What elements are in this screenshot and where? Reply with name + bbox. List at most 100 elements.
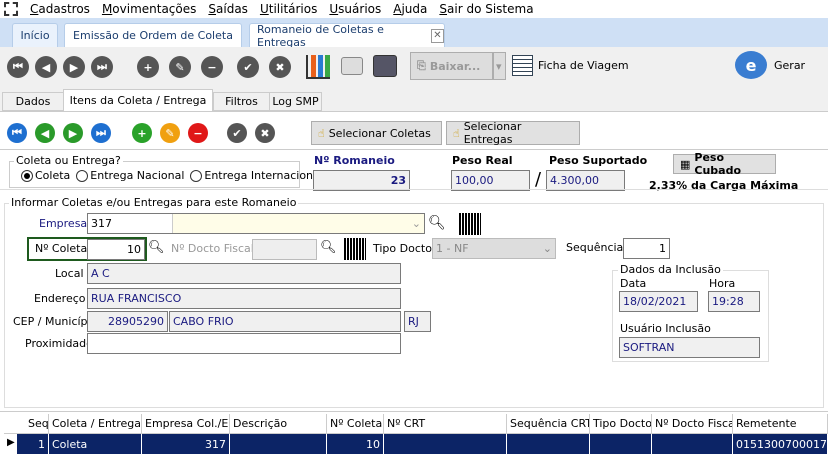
divider <box>0 189 828 190</box>
radio-unchecked-icon <box>190 169 203 182</box>
search-coleta-icon[interactable]: 🔍︎ <box>148 240 165 255</box>
empresa-code[interactable]: 317 <box>88 214 173 233</box>
delete-icon[interactable]: − <box>201 56 223 78</box>
menu-bar: Cadastros Movimentações Saídas Utilitári… <box>0 0 828 18</box>
table-row[interactable]: 1 Coleta 317 10 01513007000170 <box>17 434 828 454</box>
menu-ajuda[interactable]: Ajuda <box>393 2 427 16</box>
confirm-icon[interactable]: ✔ <box>237 56 259 78</box>
cancel-icon[interactable]: ✖ <box>269 56 291 78</box>
col-empresa[interactable]: Empresa Col./Ent. <box>142 414 230 433</box>
last-item-icon[interactable]: ⏭ <box>91 123 111 143</box>
col-seq[interactable]: Seq <box>4 414 49 433</box>
peso-cubado-button[interactable]: ▦ Peso Cubado <box>673 151 776 177</box>
window-tabs: Início Emissão de Ordem de Coleta Romane… <box>0 18 828 49</box>
cell-tipo-docto <box>590 434 652 454</box>
menu-utilitarios[interactable]: Utilitários <box>260 2 317 16</box>
first-item-icon[interactable]: ⏮ <box>7 123 27 143</box>
radio-coleta[interactable]: Coleta <box>21 169 70 182</box>
sequencia-field[interactable]: 1 <box>623 238 670 259</box>
button-label: Selecionar Coletas <box>328 126 431 140</box>
qr-icon: ▦ <box>680 157 691 171</box>
add-icon[interactable]: + <box>137 56 159 78</box>
peso-suportado-label: Peso Suportado <box>549 154 648 167</box>
radio-entrega-nacional[interactable]: Entrega Nacional <box>76 169 184 182</box>
cell-sequencia-crt <box>507 434 590 454</box>
baixar-dropdown[interactable]: ▾ <box>493 52 506 80</box>
col-tipo-docto[interactable]: Tipo Docto <box>590 414 652 433</box>
usuario-label: Usuário Inclusão <box>620 322 711 335</box>
printer-icon[interactable] <box>341 57 363 75</box>
local-label: Local <box>55 267 84 280</box>
selecionar-entregas-button[interactable]: ☝ Selecionar Entregas <box>446 120 580 146</box>
select-value: 1 - NF <box>436 242 469 255</box>
tab-inicio[interactable]: Início <box>12 23 58 47</box>
tab-itens[interactable]: Itens da Coleta / Entrega <box>63 89 213 111</box>
endereco-field: RUA FRANCISCO <box>87 288 401 309</box>
first-record-icon[interactable]: ⏮ <box>7 56 29 78</box>
usuario-field: SOFTRAN <box>619 337 760 358</box>
prev-item-icon[interactable]: ◀ <box>35 123 55 143</box>
col-descricao[interactable]: Descrição <box>230 414 327 433</box>
ficha-viagem-button[interactable]: Ficha de Viagem <box>538 59 629 72</box>
municipio-field: CABO FRIO <box>169 311 401 332</box>
cell-ncoleta: 10 <box>327 434 384 454</box>
docto-fiscal-field[interactable] <box>252 239 317 260</box>
tab-emissao[interactable]: Emissão de Ordem de Coleta <box>64 23 242 47</box>
tipo-docto-select[interactable]: 1 - NF ⌄ <box>432 238 556 259</box>
col-ncoleta[interactable]: Nº Coleta <box>327 414 384 433</box>
group-legend: Coleta ou Entrega? <box>14 154 123 167</box>
edit-icon[interactable]: ✎ <box>169 56 191 78</box>
col-ncrt[interactable]: Nº CRT <box>384 414 507 433</box>
tab-label: Romaneio de Coletas e Entregas <box>257 22 384 49</box>
close-tab-icon[interactable]: ✕ <box>430 28 444 43</box>
col-coleta-entrega[interactable]: Coleta / Entrega <box>49 414 142 433</box>
carga-maxima-text: 2,33% da Carga Máxima <box>649 179 799 192</box>
proximidade-field[interactable] <box>87 333 401 354</box>
edit-item-icon[interactable]: ✎ <box>160 123 180 143</box>
selecionar-coletas-button[interactable]: ☝ Selecionar Coletas <box>311 121 442 145</box>
barcode-icon[interactable] <box>459 213 481 235</box>
ncoleta-field[interactable]: 10 <box>87 239 145 260</box>
cell-seq: 1 <box>17 434 49 454</box>
mdfe-logo-icon[interactable]: e <box>735 51 767 79</box>
search-docto-icon[interactable]: 🔍︎ <box>320 240 337 255</box>
printer-setup-icon[interactable] <box>373 55 397 77</box>
peso-suportado-field: 4.300,00 <box>546 170 625 191</box>
radio-entrega-internacional[interactable]: Entrega Internacional <box>190 169 323 182</box>
col-sequencia-crt[interactable]: Sequência CRT <box>507 414 590 433</box>
barcode-icon[interactable] <box>344 238 366 260</box>
radio-label: Entrega Nacional <box>90 169 185 182</box>
prev-record-icon[interactable]: ◀ <box>35 56 57 78</box>
tab-romaneio[interactable]: Romaneio de Coletas e Entregas ✕ <box>249 22 445 49</box>
menu-usuarios[interactable]: Usuários <box>329 2 381 16</box>
ncoleta-label: Nº Coleta <box>35 242 88 255</box>
gerar-button[interactable]: Gerar <box>774 59 805 72</box>
delete-item-icon[interactable]: − <box>188 123 208 143</box>
sequencia-label: Sequência <box>566 241 624 254</box>
col-remetente[interactable]: Remetente <box>733 414 828 433</box>
menu-sair[interactable]: Sair do Sistema <box>439 2 533 16</box>
radio-unchecked-icon <box>76 169 89 182</box>
empresa-label: Empresa <box>39 217 88 230</box>
ficha-icon[interactable] <box>512 55 533 76</box>
menu-cadastros[interactable]: Cadastros <box>30 2 90 16</box>
cancel-item-icon[interactable]: ✖ <box>255 123 275 143</box>
search-empresa-icon[interactable]: 🔍︎ <box>428 215 446 231</box>
col-docto-fiscal[interactable]: Nº Docto Fiscal <box>652 414 733 433</box>
confirm-item-icon[interactable]: ✔ <box>227 123 247 143</box>
tab-label: Início <box>20 29 50 42</box>
last-record-icon[interactable]: ⏭ <box>91 56 113 78</box>
cep-municipio-label: CEP / Município <box>13 315 98 328</box>
empresa-combo[interactable]: 317 ⌄ <box>87 213 425 234</box>
add-item-icon[interactable]: + <box>132 123 152 143</box>
tab-dados[interactable]: Dados <box>2 92 64 111</box>
tab-log-smp[interactable]: Log SMP <box>269 92 322 111</box>
next-item-icon[interactable]: ▶ <box>63 123 83 143</box>
menu-saidas[interactable]: Saídas <box>208 2 248 16</box>
chart-icon[interactable] <box>306 55 330 79</box>
next-record-icon[interactable]: ▶ <box>63 56 85 78</box>
baixar-button[interactable]: ⎘ Baixar... <box>410 52 493 80</box>
tab-filtros[interactable]: Filtros <box>213 92 270 111</box>
docto-fiscal-label: Nº Docto Fiscal <box>171 242 254 255</box>
menu-movimentacoes[interactable]: Movimentações <box>102 2 196 16</box>
